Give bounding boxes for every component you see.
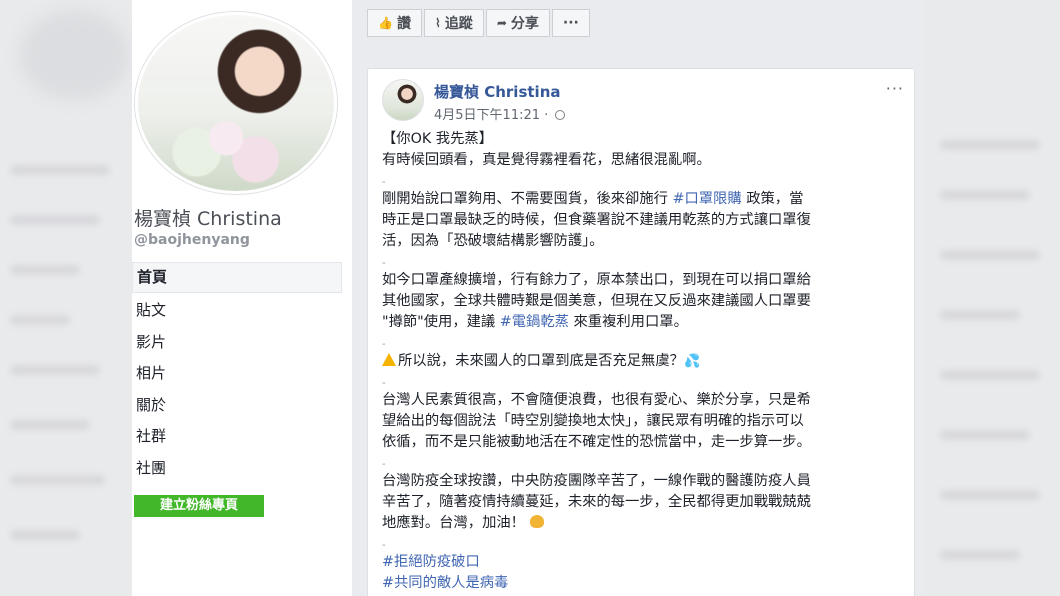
blurred-background-right: [925, 0, 1060, 596]
page-name: 楊寶楨 Christina: [134, 208, 282, 230]
page-handle[interactable]: @baojhenyang: [134, 232, 250, 248]
post-line-text: 剛開始說口罩夠用、不需要囤貨，後來卻施行: [382, 191, 673, 207]
blurred-shape: [20, 10, 130, 100]
flexed-biceps-icon: [529, 515, 544, 528]
post-time-text: 4月5日下午11:21 ·: [434, 108, 549, 123]
post-line-text: "撙節"使用，建議: [382, 314, 500, 330]
post-line: 依循，而不是只能被動地活在不確定性的恐慌當中，走一步算一步。: [382, 434, 811, 450]
warning-icon: [382, 353, 396, 366]
post-line: "撙節"使用，建議 #電鍋乾蒸 來重複利用口罩。: [382, 312, 907, 333]
post-line: 望給出的每個說法「時空別變換地太快」，讓民眾有明確的指示可以: [382, 413, 804, 429]
hashtag-link[interactable]: #口罩限購: [672, 191, 741, 207]
nav-item-about[interactable]: 關於: [132, 390, 342, 422]
blurred-line: [940, 370, 1040, 380]
nav-item-community[interactable]: 社群: [132, 421, 342, 453]
share-label: 分享: [510, 16, 539, 32]
post-line: 辛苦了，隨著疫情持續蔓延，未來的每一步，全民都得更加戰戰兢兢: [382, 494, 811, 510]
globe-icon: [555, 110, 566, 120]
post-line: 如今口罩產線擴增，行有餘力了，原本禁出口，到現在可以捐口罩給: [382, 272, 811, 288]
more-button[interactable]: ···: [551, 9, 590, 37]
post-line-text: 地應對。台灣，加油！: [382, 515, 525, 531]
blurred-line: [10, 265, 80, 275]
post-timestamp[interactable]: 4月5日下午11:21 ·: [434, 104, 566, 123]
follow-label: 追蹤: [444, 16, 473, 32]
blurred-line: [940, 430, 1030, 440]
post-separator: -: [382, 177, 386, 188]
post-options-icon[interactable]: ···: [886, 79, 904, 98]
blurred-line: [940, 490, 1040, 500]
hashtag-link[interactable]: #共同的敵人是病毒: [382, 573, 907, 594]
nav-item-photos[interactable]: 相片: [132, 358, 342, 390]
post-line-text: 政策，當: [741, 191, 804, 207]
follow-button[interactable]: ⌇ 追蹤: [423, 9, 484, 37]
blurred-line: [940, 310, 1020, 320]
nav-item-posts[interactable]: 貼文: [132, 295, 342, 327]
post-line: 剛開始說口罩夠用、不需要囤貨，後來卻施行 #口罩限購 政策，當: [382, 189, 907, 210]
post-line: 有時候回頭看，真是覺得霧裡看花，思緒很混亂啊。: [382, 152, 711, 168]
hashtag-link[interactable]: #電鍋乾蒸: [500, 314, 569, 330]
blurred-background-left: [0, 0, 132, 596]
like-button[interactable]: 👍 讚: [367, 9, 422, 37]
blurred-line: [940, 140, 1040, 150]
post-line: 【你OK 我先蒸】: [382, 131, 493, 147]
post-line: 台灣防疫全球按讚，中央防疫團隊辛苦了，一線作戰的醫護防疫人員: [382, 473, 811, 489]
share-button[interactable]: ➦ 分享: [485, 9, 550, 37]
sweat-droplets-icon: 💦: [683, 354, 701, 369]
post-author-name[interactable]: 楊寶楨 Christina: [434, 81, 561, 102]
page-nav: 首頁 貼文 影片 相片 關於 社群 社團: [132, 262, 342, 484]
nav-item-groups[interactable]: 社團: [132, 453, 342, 485]
post-text: 【你OK 我先蒸】 有時候回頭看，真是覺得霧裡看花，思緒很混亂啊。 - 剛開始說…: [382, 129, 907, 594]
blurred-line: [940, 550, 1020, 560]
post-line-text: 所以說，未來國人的口罩到底是否充足無虞？: [398, 353, 684, 369]
blurred-line: [10, 420, 90, 430]
post-separator: -: [382, 378, 386, 389]
nav-item-home[interactable]: 首頁: [132, 262, 342, 293]
page-sidebar: 楊寶楨 Christina @baojhenyang 首頁 貼文 影片 相片 關…: [132, 0, 352, 596]
like-label: 讚: [396, 16, 411, 32]
blurred-line: [10, 215, 100, 225]
blurred-line: [10, 530, 80, 540]
post-line: 其他國家，全球共體時艱是個美意，但現在又反過來建議國人口罩要: [382, 293, 811, 309]
page-action-bar: 👍 讚 ⌇ 追蹤 ➦ 分享 ···: [367, 9, 592, 37]
post-card: 楊寶楨 Christina 4月5日下午11:21 · ··· 【你OK 我先蒸…: [367, 68, 915, 596]
post-line-text: 來重複利用口罩。: [568, 314, 688, 330]
hashtag-link[interactable]: #拒絕防疫破口: [382, 552, 907, 573]
create-page-button[interactable]: 建立粉絲專頁: [134, 495, 264, 517]
blurred-line: [10, 475, 105, 485]
blurred-line: [940, 190, 1030, 200]
post-separator: -: [382, 459, 386, 470]
post-line: 所以說，未來國人的口罩到底是否充足無虞？💦: [382, 351, 907, 372]
blurred-line: [10, 315, 70, 325]
post-line: 台灣人民素質很高，不會隨便浪費，也很有愛心、樂於分享，只是希: [382, 392, 811, 408]
share-arrow-icon: ➦: [496, 16, 507, 30]
post-separator: -: [382, 258, 386, 269]
blurred-line: [940, 250, 1040, 260]
more-label: ···: [562, 15, 579, 31]
blurred-line: [10, 365, 100, 375]
thumbs-up-icon: 👍: [378, 16, 393, 30]
profile-picture[interactable]: [135, 12, 337, 194]
post-separator: -: [382, 540, 386, 551]
rss-icon: ⌇: [434, 16, 441, 30]
blurred-line: [10, 165, 110, 175]
nav-item-videos[interactable]: 影片: [132, 327, 342, 359]
post-author-avatar[interactable]: [382, 79, 424, 121]
post-line: 活，因為「恐破壞結構影響防護」。: [382, 233, 604, 249]
post-separator: -: [382, 339, 386, 350]
post-line: 地應對。台灣，加油！: [382, 513, 907, 534]
post-line: 時正是口罩最缺乏的時候，但食藥署說不建議用乾蒸的方式讓口罩復: [382, 212, 811, 228]
facebook-page: 楊寶楨 Christina @baojhenyang 首頁 貼文 影片 相片 關…: [132, 0, 925, 596]
